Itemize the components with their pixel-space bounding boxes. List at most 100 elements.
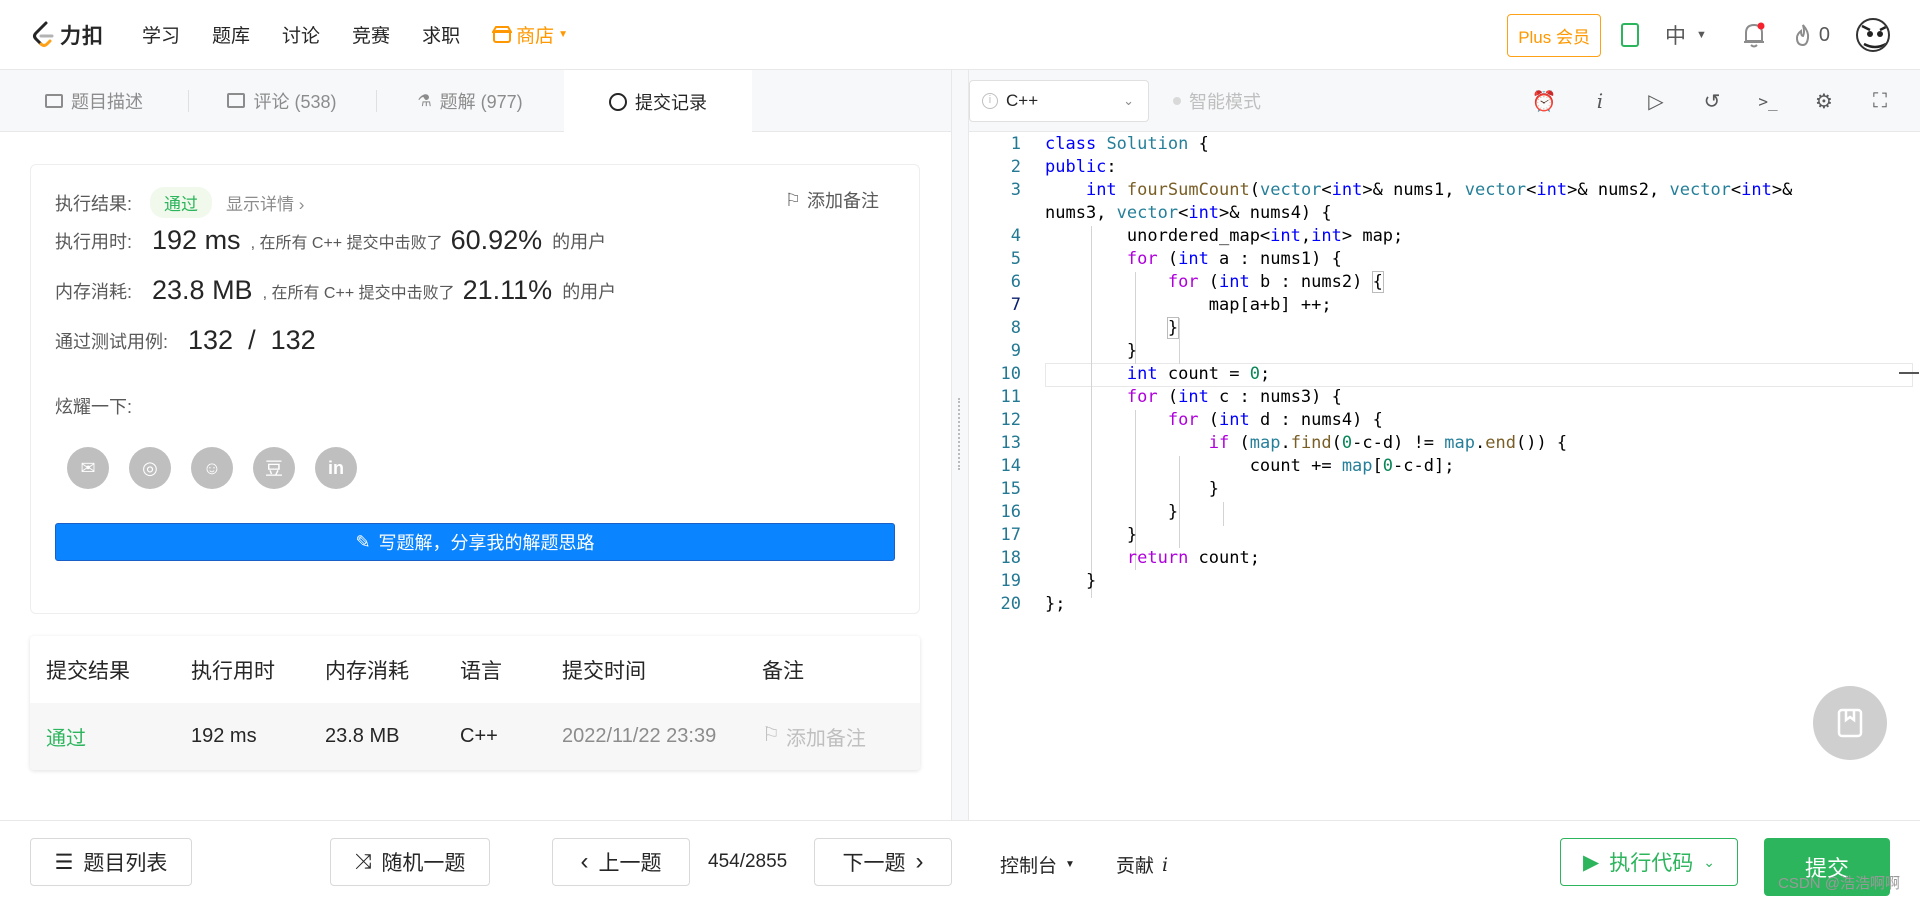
col-runtime: 执行用时 [191, 659, 275, 683]
add-note-top[interactable]: ⚐ 添加备注 [785, 187, 879, 213]
nav-shop[interactable]: 商店 ▼ [492, 21, 568, 48]
chevron-right-icon: › [915, 848, 924, 875]
contribute-label: 贡献 [1116, 856, 1155, 877]
nav-problems[interactable]: 题库 [212, 21, 250, 48]
nav-contest[interactable]: 竞赛 [352, 21, 390, 48]
tab-solutions[interactable]: ⚗ 题解 (977) [376, 70, 564, 131]
add-note-label: 添加备注 [807, 191, 879, 211]
reset-icon[interactable]: ↺ [1700, 89, 1724, 113]
code-line: for (int b : nums2) { [1167, 271, 1384, 293]
line-number: 6 [1010, 272, 1021, 292]
flag-icon: ⚐ [784, 189, 801, 210]
tab-comments-label: 评论 (538) [253, 91, 337, 112]
share-label: 炫耀一下: [55, 397, 133, 417]
nav-discuss[interactable]: 讨论 [282, 21, 320, 48]
code-line: } [1045, 479, 1219, 499]
code-line: } [1045, 502, 1179, 522]
terminal-icon[interactable]: >_ [1756, 89, 1780, 113]
settings-icon[interactable]: ⚙ [1812, 89, 1836, 113]
table-row[interactable]: 通过 192 ms 23.8 MB C++ 2022/11/22 23:39 ⚐… [30, 703, 920, 770]
random-problem-button[interactable]: ⤨ 随机一题 [330, 838, 490, 886]
fullscreen-icon[interactable]: ⛶ [1868, 89, 1892, 113]
write-solution-button[interactable]: ✎ 写题解，分享我的解题思路 [55, 523, 895, 561]
language-switch[interactable]: 中 ▼ [1665, 20, 1707, 50]
code-line: map[a+b] ++; [1045, 295, 1332, 315]
bell-icon[interactable] [1741, 21, 1767, 49]
next-problem-label: 下一题 [842, 852, 906, 875]
notebook-floating-button[interactable] [1813, 686, 1887, 760]
line-number: 10 [1000, 364, 1021, 384]
nav-learn[interactable]: 学习 [142, 21, 180, 48]
code-line: count += map[0-c-d]; [1045, 456, 1455, 476]
next-problem-button[interactable]: 下一题 › [814, 838, 952, 886]
memory-row: 内存消耗: 23.8 MB , 在所有 C++ 提交中击败了 21.11% 的用… [55, 275, 616, 306]
streak-counter[interactable]: 0 [1793, 23, 1830, 47]
code-line: } [1045, 525, 1138, 545]
caret-down-icon: ▼ [558, 29, 568, 40]
line-number: 18 [1000, 548, 1021, 568]
nav-jobs[interactable]: 求职 [422, 21, 460, 48]
streak-count: 0 [1818, 23, 1830, 46]
prev-problem-button[interactable]: ‹ 上一题 [552, 838, 690, 886]
memory-users: 的用户 [562, 281, 617, 302]
linkedin-icon[interactable]: in [315, 447, 357, 489]
runtime-value: 192 ms [152, 225, 241, 255]
memory-value: 23.8 MB [152, 275, 253, 305]
code-line: public: [1045, 157, 1117, 177]
tab-description[interactable]: 题目描述 [0, 70, 188, 131]
comment-icon [227, 93, 246, 108]
tab-submissions[interactable]: 提交记录 [564, 70, 752, 133]
info-icon: i [982, 92, 998, 109]
code-line: return count; [1126, 548, 1260, 568]
indent-guide [1179, 318, 1180, 364]
col-note: 备注 [762, 659, 804, 683]
avatar[interactable] [1856, 18, 1890, 52]
shop-icon [492, 25, 513, 43]
chevron-down-icon: ⌄ [1703, 853, 1715, 870]
mobile-icon[interactable] [1620, 23, 1639, 47]
language-label: 中 [1664, 25, 1686, 48]
play-outline-icon[interactable]: ▷ [1644, 89, 1668, 113]
info-italic-icon[interactable]: i [1588, 89, 1612, 113]
qq-icon[interactable]: ☺ [191, 447, 233, 489]
line-number: 13 [1000, 433, 1021, 453]
flag-icon: ⚐ [762, 724, 780, 746]
code-line: int count = 0; [1126, 364, 1271, 384]
logo[interactable]: 力扣 [30, 20, 104, 50]
memory-label: 内存消耗: [55, 281, 133, 302]
wechat-icon[interactable]: ✉ [67, 447, 109, 489]
run-code-label: 执行代码 [1609, 852, 1694, 875]
line-number: 14 [1000, 456, 1021, 476]
col-submit-time: 提交时间 [562, 659, 646, 683]
notebook-icon [1837, 708, 1863, 738]
row-submit-time: 2022/11/22 23:39 [562, 725, 717, 747]
row-result[interactable]: 通过 [30, 722, 175, 751]
code-line: } [1045, 341, 1138, 361]
plus-member-button[interactable]: Plus 会员 [1507, 13, 1601, 57]
row-add-note[interactable]: ⚐ 添加备注 [746, 722, 920, 751]
line-number: 5 [1010, 249, 1021, 269]
console-label: 控制台 [1000, 856, 1058, 877]
alarm-icon[interactable]: ⏰ [1532, 89, 1557, 113]
flask-icon: ⚗ [417, 92, 432, 110]
code-line: nums3, vector<int>& nums4) { [1045, 203, 1332, 223]
douban-icon[interactable]: 豆 [253, 447, 295, 489]
line-number: 11 [1000, 387, 1021, 407]
tab-comments[interactable]: 评论 (538) [188, 70, 376, 131]
nav-shop-label: 商店 [516, 26, 555, 47]
problem-list-button[interactable]: ☰ 题目列表 [30, 838, 192, 886]
line-number: 4 [1010, 226, 1021, 246]
language-select[interactable]: i C++ ⌄ [969, 79, 1149, 122]
code-line: for (int a : nums1) { [1126, 249, 1342, 269]
show-details-link[interactable]: 显示详情 › [226, 190, 304, 215]
weibo-icon[interactable]: ◎ [129, 447, 171, 489]
console-toggle[interactable]: 控制台 ▼ [1000, 851, 1075, 878]
leetcode-logo-icon [33, 21, 54, 47]
contribute-link[interactable]: 贡献 i [1116, 851, 1168, 878]
table-header: 提交结果 执行用时 内存消耗 语言 提交时间 备注 [30, 636, 920, 703]
run-code-button[interactable]: ▶ 执行代码 ⌄ [1560, 838, 1738, 886]
play-icon: ▶ [1583, 850, 1600, 874]
testcases-row: 通过测试用例: 132 / 132 [55, 325, 326, 356]
pane-splitter[interactable] [958, 398, 962, 470]
smart-mode-toggle[interactable]: 智能模式 [1173, 88, 1261, 114]
